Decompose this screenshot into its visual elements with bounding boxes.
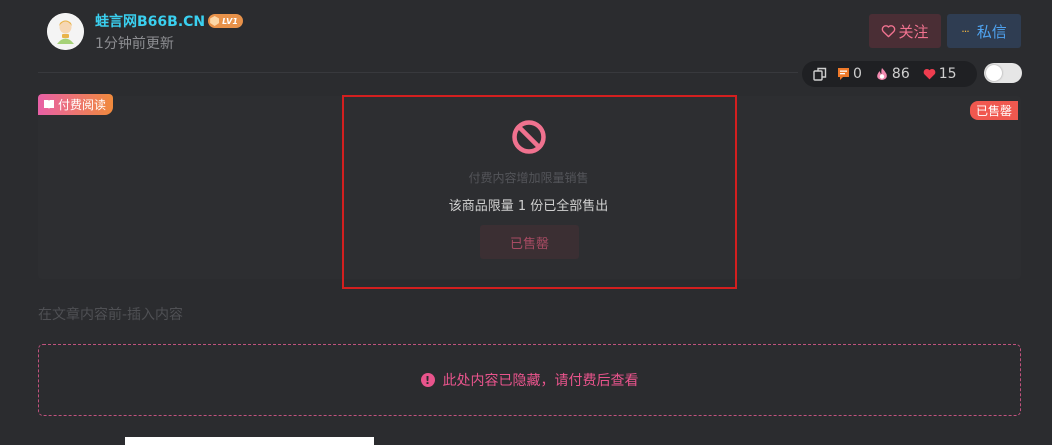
message-label: 私信 (976, 22, 1007, 41)
fire-icon (877, 68, 887, 80)
author-avatar[interactable] (47, 13, 84, 50)
chat-dots-icon: ··· (961, 24, 969, 38)
level-badge: LV1 (208, 14, 243, 28)
hidden-notice-text: 此处内容已隐藏，请付费后查看 (442, 373, 639, 389)
view-count: 86 (891, 66, 910, 82)
author-info: 蛙言网B66B.CN LV1 (95, 11, 243, 31)
hidden-content-notice: ! 此处内容已隐藏，请付费后查看 (38, 344, 1021, 416)
paid-reading-label: 付费阅读 (58, 98, 107, 112)
limit-title: 付费内容增加限量销售 (468, 171, 589, 185)
update-time: 1分钟前更新 (95, 36, 174, 52)
header-divider (38, 72, 798, 73)
limit-description: 该商品限量 1 份已全部售出 (448, 199, 609, 214)
level-label: LV1 (222, 16, 238, 26)
sold-out-button[interactable]: 已售罄 (480, 225, 579, 259)
comment-icon (838, 68, 849, 80)
toggle-knob (986, 65, 1002, 81)
view-stat: 86 (875, 66, 910, 82)
post-stats: 0 86 15 (802, 61, 977, 87)
sold-out-badge: 已售罄 (970, 101, 1019, 120)
theme-toggle[interactable] (984, 63, 1022, 83)
follow-label: 关注 (898, 22, 929, 41)
comment-stat[interactable]: 0 (837, 66, 862, 82)
heart-outline-icon (882, 25, 896, 38)
comment-count: 0 (853, 66, 862, 82)
book-icon (44, 100, 54, 109)
ban-icon (512, 120, 546, 154)
like-count: 15 (938, 66, 957, 82)
heart-icon (923, 68, 936, 80)
like-stat[interactable]: 15 (923, 66, 957, 82)
message-button[interactable]: ··· 私信 (947, 14, 1021, 48)
bottom-white-bar (125, 437, 374, 445)
avatar-illustration-icon (47, 13, 84, 50)
author-name[interactable]: 蛙言网B66B.CN (95, 11, 205, 31)
warning-icon: ! (420, 373, 435, 387)
copy-icon (813, 67, 827, 81)
level-gem-icon (210, 16, 220, 26)
paid-reading-tag: 付费阅读 (38, 94, 114, 115)
copy-button[interactable] (813, 67, 827, 81)
follow-button[interactable]: 关注 (869, 14, 941, 48)
insert-content-note: 在文章内容前-插入内容 (38, 307, 184, 323)
